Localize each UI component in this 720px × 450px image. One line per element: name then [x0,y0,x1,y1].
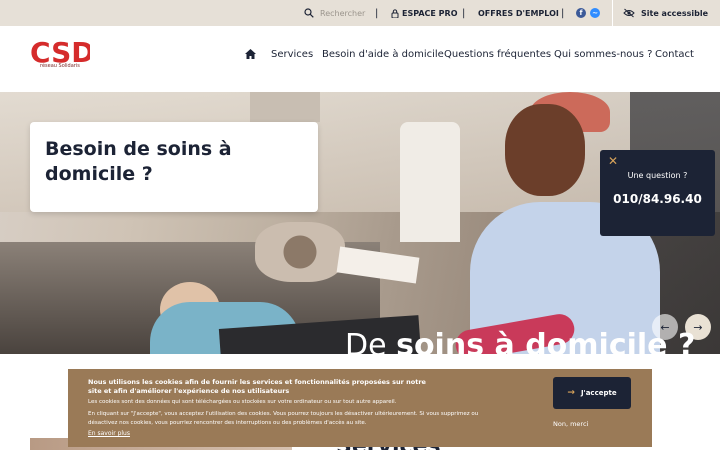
nav-questions-frequentes[interactable]: Questions fréquentes [444,26,551,82]
nav-contact[interactable]: Contact [655,26,694,82]
separator: | [375,7,379,19]
cookie-banner: Nous utilisons les cookies afin de fourn… [68,369,652,447]
site-accessible-toggle[interactable]: Site accessible [612,0,720,26]
messenger-icon[interactable]: ~ [590,8,600,18]
hero-chair [400,122,460,242]
close-icon[interactable]: ✕ [608,154,618,168]
lock-icon [391,8,399,18]
separator: | [462,7,466,19]
accept-cookies-button[interactable]: → J'accepte [553,377,631,409]
search-placeholder: Rechercher [320,8,366,18]
search-field[interactable]: Rechercher [304,0,365,26]
hero-caption-bold: soins à domicile ? [396,328,696,363]
nav-home[interactable] [245,26,256,82]
hero-title-card: Besoin de soins à domicile ? [30,122,318,212]
hero-pillow [255,222,345,282]
question-label: Une question ? [627,171,688,180]
question-widget: ✕ Une question ? 010/84.96.40 [600,150,715,236]
accept-label: J'accepte [580,389,617,397]
nav-services[interactable]: Services [271,26,313,82]
nav-qui-sommes-nous[interactable]: Qui sommes-nous ? [554,26,652,82]
cookie-headline: Nous utilisons les cookies afin de fourn… [88,378,426,395]
hero-caption: De soins à domicile ? [345,326,695,366]
cookie-text-1: Les cookies sont des données qui sont té… [88,399,397,405]
cookie-more-link[interactable]: En savoir plus [88,430,130,437]
search-icon [304,8,314,18]
espace-pro-label: ESPACE PRO [402,8,458,18]
espace-pro-link[interactable]: ESPACE PRO [391,0,458,26]
hero-caption-light: De [345,328,397,363]
social-links: f ~ [576,0,600,26]
facebook-icon[interactable]: f [576,8,586,18]
phone-number[interactable]: 010/84.96.40 [600,192,715,206]
offres-emploi-link[interactable]: OFFRES D'EMPLOI [478,0,559,26]
cookie-text-2: En cliquant sur "J'accepte", vous accept… [88,411,479,426]
separator: | [561,7,565,19]
eye-slash-icon [623,8,635,18]
hero-shelf [250,92,320,122]
arrow-right-icon: → [567,388,575,398]
hero-title: Besoin de soins à domicile ? [45,138,232,185]
main-header: CSD réseau Solidaris Services Besoin d'a… [0,26,720,92]
decline-cookies-button[interactable]: Non, merci [553,420,588,428]
home-icon [245,49,256,59]
hero-nurse-head [505,104,585,196]
nav-besoin-aide[interactable]: Besoin d'aide à domicile [322,26,444,82]
site-accessible-label: Site accessible [641,8,709,18]
offres-emploi-label: OFFRES D'EMPLOI [478,8,559,18]
logo-tagline: réseau Solidaris [40,63,80,69]
top-utility-bar: Rechercher | ESPACE PRO | OFFRES D'EMPLO… [0,0,720,26]
